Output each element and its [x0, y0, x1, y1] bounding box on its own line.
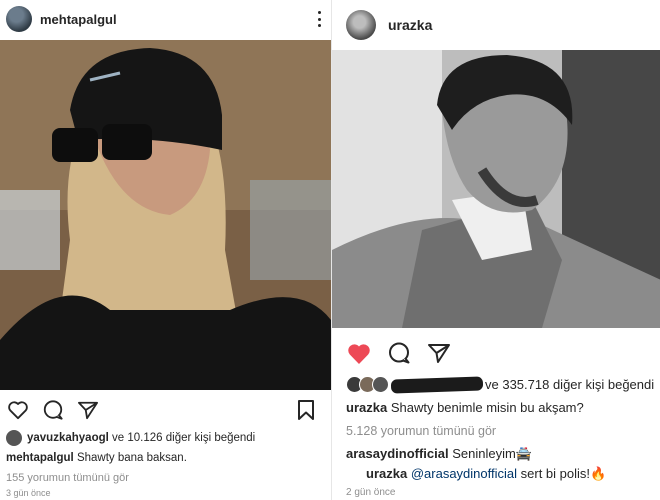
like-heart-icon[interactable] — [6, 398, 30, 422]
mention-link[interactable]: @arasaydinofficial — [411, 466, 517, 481]
action-bar — [332, 336, 660, 370]
caption-username[interactable]: urazka — [346, 400, 387, 415]
caption: mehtapalgul Shawty bana baksan. — [6, 452, 187, 464]
comment-icon[interactable] — [41, 398, 65, 422]
share-icon[interactable] — [76, 398, 100, 422]
right-post: urazka ve 335.718 diğer kişi beğendi ura… — [331, 0, 660, 500]
liked-heart-icon[interactable] — [346, 340, 372, 366]
comment-text: Seninleyim🚔 — [452, 446, 533, 461]
caption: urazka Shawty benimle misin bu akşam? — [346, 400, 584, 415]
view-all-comments-link[interactable]: 155 yorumun tümünü gör — [6, 472, 129, 484]
redacted-scribble — [390, 375, 484, 394]
likes-count: ve 10.126 diğer kişi beğendi — [112, 432, 256, 444]
likes-line[interactable]: yavuzkahyaogl ve 10.126 diğer kişi beğen… — [6, 430, 255, 446]
post-photo[interactable] — [0, 40, 331, 390]
comment: arasaydinofficial Seninleyim🚔 — [346, 446, 532, 462]
likes-line[interactable]: ve 335.718 diğer kişi beğendi — [346, 375, 655, 394]
comment-username[interactable]: urazka — [366, 466, 407, 481]
save-bookmark-icon[interactable] — [294, 398, 318, 422]
caption-text: Shawty bana baksan. — [76, 452, 187, 464]
username[interactable]: urazka — [388, 17, 432, 33]
liker-avatar — [6, 430, 22, 446]
avatar[interactable] — [6, 6, 32, 32]
left-post: mehtapalgul yavuzkahyaogl ve 10.126 diğe… — [0, 0, 331, 500]
more-options-icon[interactable] — [311, 10, 327, 28]
liker-username[interactable]: yavuzkahyaogl — [27, 432, 109, 444]
caption-text: Shawty benimle misin bu akşam? — [390, 400, 584, 415]
liker-avatar — [372, 376, 389, 393]
comment-icon[interactable] — [386, 340, 412, 366]
comment-username[interactable]: arasaydinofficial — [346, 446, 449, 461]
post-header: mehtapalgul — [0, 0, 331, 38]
view-all-comments-link[interactable]: 5.128 yorumun tümünü gör — [346, 424, 496, 438]
avatar[interactable] — [346, 10, 376, 40]
reply-comment: urazka @arasaydinofficial sert bi polis!… — [366, 466, 606, 482]
post-timestamp: 2 gün önce — [346, 487, 396, 498]
username[interactable]: mehtapalgul — [40, 12, 117, 27]
action-bar — [0, 393, 331, 427]
post-timestamp: 3 gün önce — [6, 488, 51, 498]
caption-username[interactable]: mehtapalgul — [6, 452, 74, 464]
post-header: urazka — [332, 0, 660, 50]
comment-text: sert bi polis!🔥 — [520, 466, 607, 481]
post-photo[interactable] — [332, 50, 660, 328]
likes-count: ve 335.718 diğer kişi beğendi — [485, 377, 655, 392]
share-icon[interactable] — [426, 340, 452, 366]
